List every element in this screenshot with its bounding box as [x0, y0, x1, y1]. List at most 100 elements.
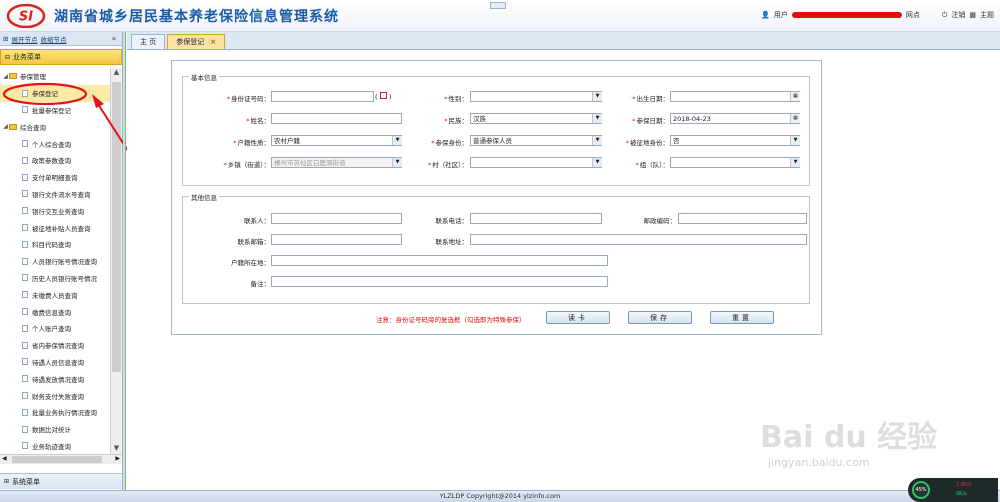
gender-select[interactable] [470, 91, 602, 102]
download-speed: 0K/s [956, 491, 967, 497]
scroll-right-icon[interactable]: ▶ [115, 455, 120, 462]
user-label: 用户 [773, 11, 788, 19]
email-input[interactable] [271, 234, 402, 245]
read-card-button[interactable]: 读卡 [546, 311, 610, 324]
scroll-thumb[interactable] [112, 82, 121, 372]
land-identity-select[interactable]: 否 [670, 135, 800, 146]
social-insurance-logo: SI [6, 4, 46, 28]
tree-item[interactable]: 参保登记 [0, 84, 110, 102]
registration-form: 基本信息 *身份证号码： ( ) *性别： ▼ *出生日期： ▦ *姓名： *民… [171, 60, 822, 335]
tree-item[interactable]: 待遇人员信息查询 [0, 354, 110, 371]
page-icon [22, 341, 28, 349]
hukou-place-input[interactable] [271, 255, 608, 266]
birth-date-input[interactable] [670, 91, 800, 102]
tree-item[interactable]: 历史人员银行账号情况 [0, 270, 110, 287]
tree-item[interactable]: 数据比对统计 [0, 421, 110, 438]
tree-item[interactable]: 个人账户查询 [0, 320, 110, 337]
birth-calendar-icon[interactable]: ▦ [790, 92, 800, 101]
expand-arrow-icon[interactable]: ◢ [2, 123, 9, 130]
reset-button[interactable]: 重置 [710, 311, 774, 324]
tree-item-label: 银行文件流水号查询 [32, 190, 91, 199]
tree-item[interactable]: 未缴费人员查询 [0, 286, 110, 303]
expand-arrow-icon[interactable]: ◢ [2, 73, 9, 80]
group-dropdown-icon[interactable]: ▼ [790, 158, 800, 167]
contact-input[interactable] [271, 213, 402, 224]
scroll-down-icon[interactable]: ▼ [111, 444, 122, 454]
tree-item[interactable]: 人员银行账号情况查询 [0, 253, 110, 270]
ethnicity-dropdown-icon[interactable]: ▼ [592, 114, 602, 123]
hscroll-thumb[interactable] [12, 456, 102, 463]
tree-item[interactable]: 批量参保登记 [0, 102, 110, 119]
logout-icon[interactable]: ⏻ [942, 11, 948, 20]
phone-input[interactable] [470, 213, 602, 224]
hukou-type-select[interactable]: 农村户籍 [271, 135, 402, 146]
tree-folder[interactable]: ◢ 综合查询 [0, 118, 110, 135]
tree-item[interactable]: 被征地补贴人员查询 [0, 219, 110, 236]
tree-item[interactable]: 财务支付失败查询 [0, 387, 110, 404]
svg-text:SI: SI [19, 10, 33, 25]
village-select[interactable] [470, 157, 602, 168]
page-icon [22, 274, 28, 282]
close-icon[interactable]: × [210, 38, 216, 46]
tree-item-label: 未缴费人员查询 [32, 291, 78, 300]
expand-icon[interactable]: ⊞ [3, 35, 8, 43]
ins-date-calendar-icon[interactable]: ▦ [790, 114, 800, 123]
tree-item[interactable]: 批量业务执行情况查询 [0, 404, 110, 421]
page-icon [22, 207, 28, 215]
special-insurance-checkbox[interactable] [380, 92, 387, 99]
town-dropdown-icon[interactable]: ▼ [392, 158, 402, 167]
page-icon [22, 224, 28, 232]
scroll-left-icon[interactable]: ◀ [2, 455, 7, 462]
site-label: 网点 [905, 11, 920, 19]
tree-item[interactable]: 业务轨迹查询 [0, 438, 110, 454]
ins-date-input[interactable]: 2018-04-23 [670, 113, 800, 124]
tree-item[interactable]: 支付单明细查询 [0, 169, 110, 186]
collapse-panel-icon[interactable]: « [109, 34, 119, 44]
tree-horizontal-scrollbar[interactable]: ◀ ▶ [0, 454, 122, 464]
tree-item[interactable]: 银行文件流水号查询 [0, 186, 110, 203]
tree-item[interactable]: 待遇发放情况查询 [0, 370, 110, 387]
group-select[interactable] [670, 157, 800, 168]
tree-vertical-scrollbar[interactable]: ▲ ▼ [110, 68, 122, 454]
scroll-up-icon[interactable]: ▲ [111, 68, 122, 78]
collapse-nodes-link[interactable]: 收缩节点 [40, 34, 66, 44]
page-icon [22, 240, 28, 248]
hukou-type-dropdown-icon[interactable]: ▼ [392, 136, 402, 145]
postcode-input[interactable] [678, 213, 807, 224]
expand-nodes-link[interactable]: 展开节点 [11, 34, 37, 44]
village-dropdown-icon[interactable]: ▼ [592, 158, 602, 167]
remark-input[interactable] [271, 276, 608, 287]
ins-identity-select[interactable]: 普通参保人员 [470, 135, 602, 146]
tree-item[interactable]: 政策参数查询 [0, 152, 110, 169]
tree-item[interactable]: 银行交互业务查询 [0, 202, 110, 219]
theme-link[interactable]: 主题 [980, 10, 994, 20]
logout-link[interactable]: 注销 [951, 10, 965, 20]
ethnicity-select[interactable]: 汉族 [470, 113, 602, 124]
group-label: *组（队）： [635, 161, 670, 169]
contact-label: 联系人： [244, 217, 270, 225]
theme-icon[interactable]: ▦ [969, 11, 976, 19]
page-icon [22, 156, 28, 164]
tree-item[interactable]: 科目代码查询 [0, 236, 110, 253]
tree-item[interactable]: 个人综合查询 [0, 135, 110, 152]
tree-item[interactable]: 省内参保情况查询 [0, 337, 110, 354]
page-icon [22, 392, 28, 400]
business-menu-label: 业务菜单 [13, 53, 42, 61]
business-menu-header[interactable]: ⊟ 业务菜单 [0, 49, 122, 65]
tab-1[interactable]: 参保登记 × [167, 34, 226, 49]
page-icon [22, 140, 28, 148]
save-button[interactable]: 保存 [628, 311, 692, 324]
panel-splitter[interactable] [123, 32, 126, 490]
ins-identity-dropdown-icon[interactable]: ▼ [592, 136, 602, 145]
name-input[interactable] [271, 113, 402, 124]
gender-dropdown-icon[interactable]: ▼ [592, 92, 602, 101]
tree-folder[interactable]: ◢ 参保管理 [0, 68, 110, 85]
land-identity-dropdown-icon[interactable]: ▼ [790, 136, 800, 145]
system-menu-header[interactable]: ⊞ 系统菜单 [0, 473, 122, 489]
tab-0[interactable]: 主 页 [131, 34, 166, 49]
collapse-header-button[interactable] [490, 2, 506, 9]
address-input[interactable] [470, 234, 807, 245]
tree-item[interactable]: 缴费信息查询 [0, 303, 110, 320]
id-no-input[interactable] [271, 91, 374, 102]
town-select[interactable]: 郴州市苏仙区白鹿洞街道 [271, 157, 402, 168]
